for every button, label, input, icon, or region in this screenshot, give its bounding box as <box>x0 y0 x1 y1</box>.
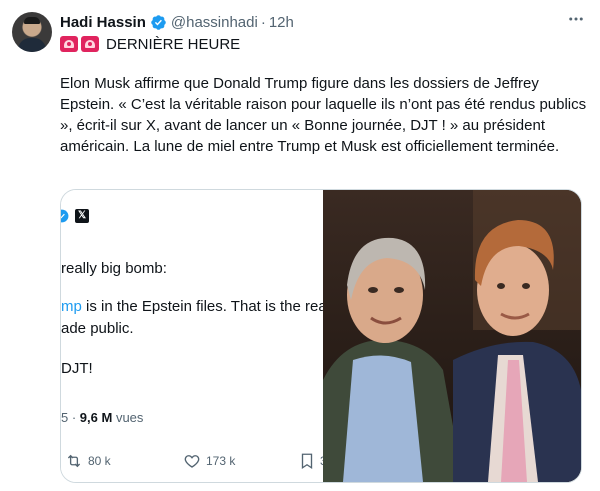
tweet-header: Hadi Hassin @hassinhadi · 12h <box>60 12 586 32</box>
bookmark-action: 3 <box>299 452 323 470</box>
bookmark-icon <box>301 453 313 470</box>
embedded-line-2-link: mp <box>61 298 82 315</box>
separator-dot: · <box>260 13 266 31</box>
post-time[interactable]: 12h <box>269 14 294 31</box>
breaking-label: DERNIÈRE HEURE <box>106 35 241 53</box>
avatar-hair <box>24 17 40 24</box>
author-handle[interactable]: @hassinhadi <box>171 14 258 31</box>
breaking-line: DERNIÈRE HEURE <box>60 34 240 54</box>
tweet-text: Elon Musk affirme que Donald Trump figur… <box>60 75 587 155</box>
retweet-action: 80 k <box>65 452 111 470</box>
rotating-light-icon <box>60 36 78 52</box>
media-attachment[interactable]: 𝕏 really big bomb: mp is in the Epstein … <box>60 189 582 483</box>
photo-illustration <box>323 190 581 482</box>
embedded-post-screenshot: 𝕏 really big bomb: mp is in the Epstein … <box>61 190 323 482</box>
embedded-line-1: really big bomb: <box>61 260 167 277</box>
like-action: 173 k <box>183 452 235 470</box>
avatar-body <box>18 38 46 52</box>
views-label: vues <box>115 410 144 425</box>
photo-two-men <box>323 190 581 482</box>
embedded-line-2: mp is in the Epstein files. That is the … <box>61 298 323 315</box>
x-logo-icon: 𝕏 <box>75 209 89 223</box>
embedded-actions: 80 k 173 k 3 <box>61 452 323 472</box>
author-name[interactable]: Hadi Hassin <box>60 14 146 31</box>
embedded-stats: 5 · 9,6 M vues <box>61 410 143 425</box>
more-icon[interactable] <box>566 10 586 30</box>
avatar[interactable] <box>12 12 52 52</box>
like-count: 173 k <box>206 454 236 468</box>
heart-icon <box>184 455 200 468</box>
embedded-line-4: DJT! <box>61 360 93 377</box>
retweet-count: 80 k <box>88 454 111 468</box>
embedded-line-2-rest: is in the Epstein files. That is the rea… <box>81 298 323 315</box>
retweet-icon <box>67 454 81 468</box>
embedded-line-3: ade public. <box>61 320 134 337</box>
verified-badge-icon <box>61 209 69 223</box>
verified-badge-icon <box>151 14 166 30</box>
rotating-light-icon <box>81 36 99 52</box>
more-dots-svg <box>569 17 583 21</box>
views-count: 9,6 M <box>79 410 113 425</box>
stats-prefix: 5 · <box>61 410 77 425</box>
